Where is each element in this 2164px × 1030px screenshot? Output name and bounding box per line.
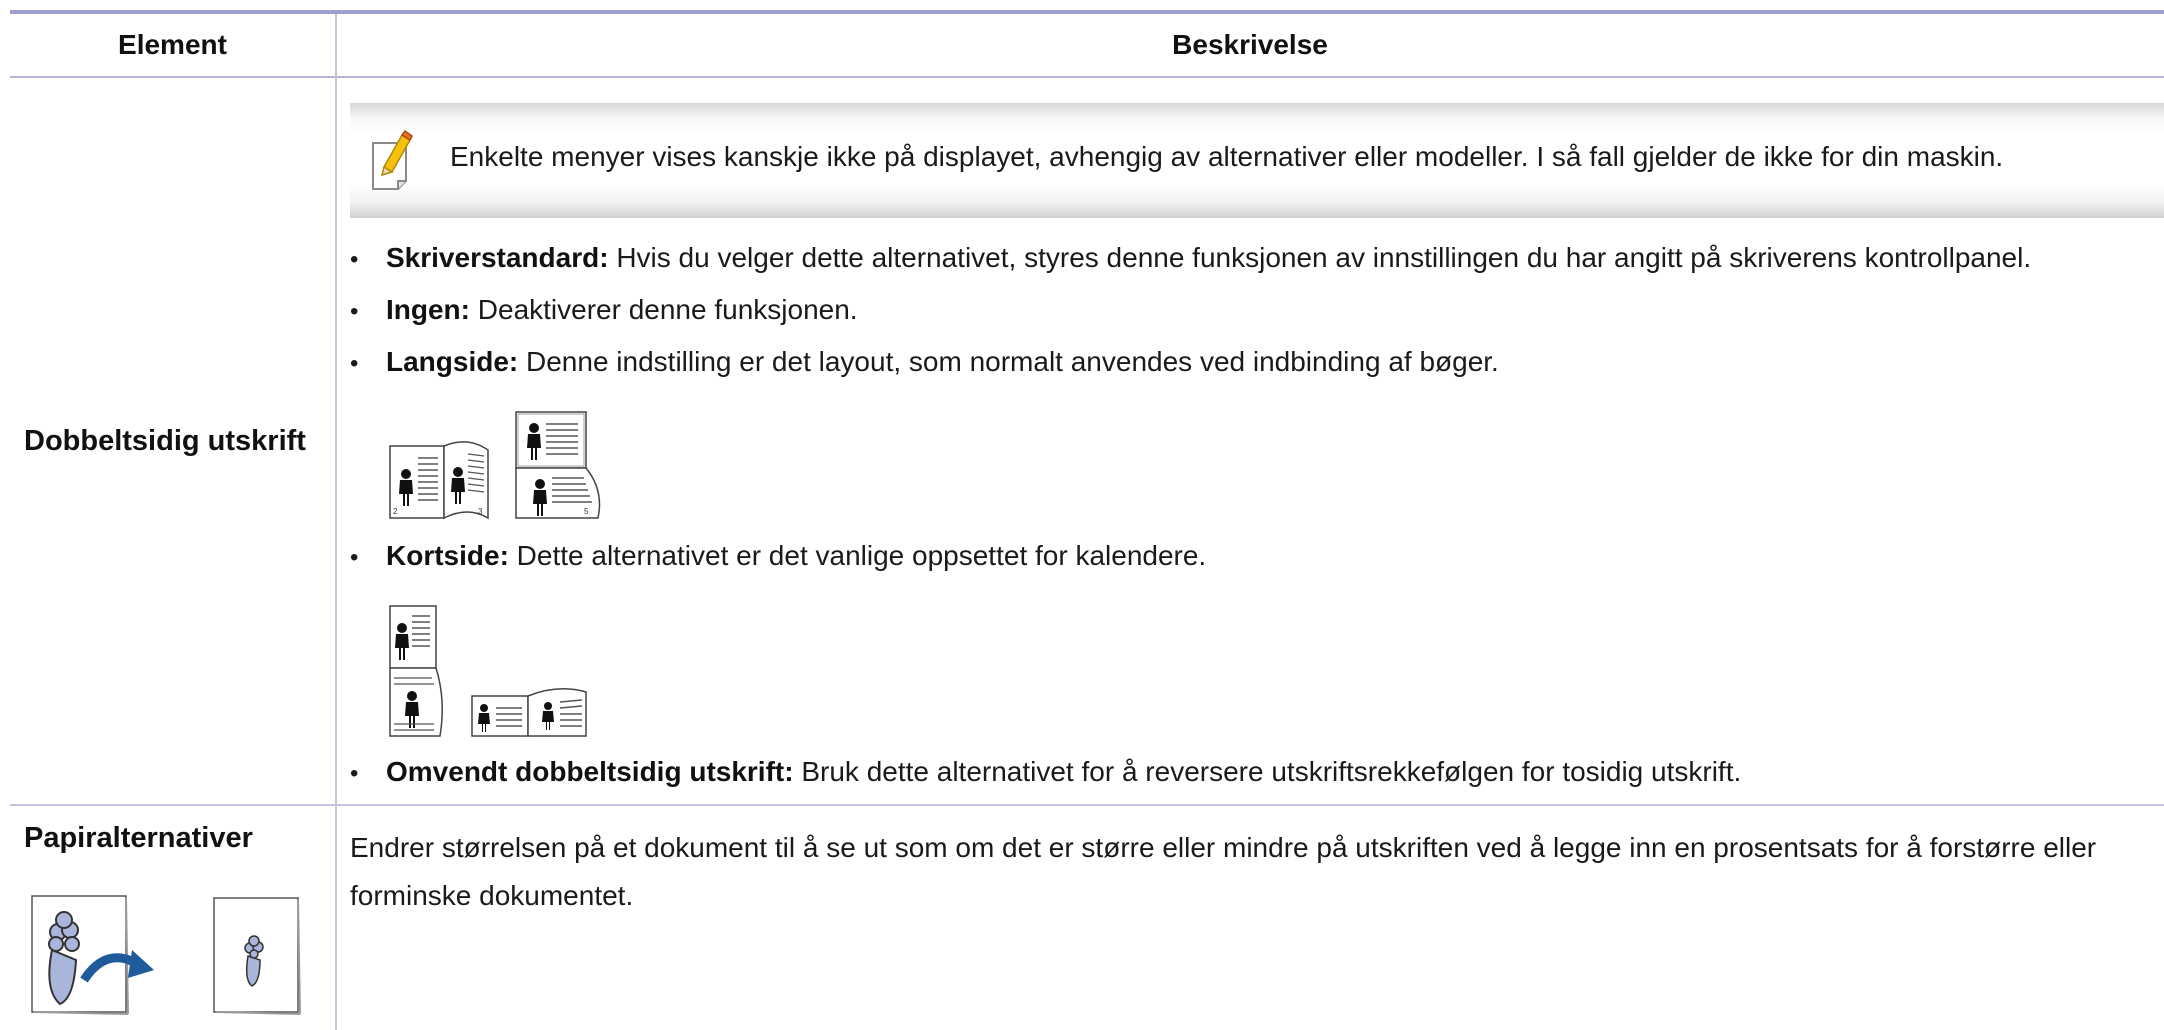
bullet-term: Omvendt dobbeltsidig utskrift: — [386, 756, 794, 787]
note-text: Enkelte menyer vises kanskje ikke på dis… — [450, 141, 2004, 172]
bullet-term: Langside: — [386, 346, 519, 377]
page-number-left: 2 — [393, 507, 398, 516]
bullet-term: Ingen: — [386, 294, 470, 325]
bullet-text: Denne indstilling er det layout, som nor… — [518, 346, 1499, 377]
page-number-odd: 5 — [584, 507, 589, 516]
bullet-kortside: • Kortside: Dette alternativet er det van… — [350, 540, 1206, 572]
row-divider — [10, 804, 2164, 806]
table-header: Element Beskrivelse — [10, 14, 2164, 78]
bullet-text: Deaktiverer denne funksjonen. — [470, 294, 858, 325]
bullet-text: Hvis du velger dette alternativet, styre… — [608, 242, 2032, 273]
bullet-dot: • — [350, 760, 359, 787]
bullet-dot: • — [350, 246, 359, 273]
options-table: Element Beskrivelse Dobbeltsidig utskrif… — [0, 0, 2164, 1030]
note-pencil-icon — [372, 129, 413, 190]
scaling-illustration — [31, 895, 301, 1015]
bullet-omvendt: • Omvendt dobbeltsidig utskrift: Bruk det… — [350, 756, 1741, 788]
bullet-dot: • — [350, 298, 359, 325]
element-papiralternativer: Papiralternativer — [24, 822, 253, 854]
header-beskrivelse: Beskrivelse — [1172, 29, 1328, 60]
bullet-term: Kortside: — [386, 540, 509, 571]
bullet-text: Dette alternativet er det vanlige oppset… — [508, 540, 1207, 571]
papiralternativer-description: Endrer størrelsen på et dokument til å s… — [350, 832, 2097, 911]
bullet-skriverstandard: • Skriverstandard: Hvis du velger dette a… — [350, 242, 2031, 274]
column-divider — [335, 14, 337, 1030]
header-element: Element — [118, 29, 227, 60]
bullet-dot: • — [350, 544, 359, 571]
page-number-right: 3 — [478, 507, 483, 516]
long-edge-binding-icon: 2 3 5 — [389, 411, 601, 520]
bullet-langside: • Langside: Denne indstilling er det layo… — [350, 346, 1499, 378]
note-box: Enkelte menyer vises kanskje ikke på dis… — [350, 103, 2164, 218]
scaling-arrow-icon — [128, 950, 154, 978]
bullet-term: Skriverstandard: — [386, 242, 609, 273]
element-duplex: Dobbeltsidig utskrift — [24, 425, 306, 457]
bullet-ingen: • Ingen: Deaktiverer denne funksjonen. — [350, 294, 858, 326]
short-edge-binding-icon — [389, 605, 587, 737]
bullet-text: Bruk dette alternativet for å reversere … — [793, 756, 1742, 787]
bullet-dot: • — [350, 350, 359, 377]
